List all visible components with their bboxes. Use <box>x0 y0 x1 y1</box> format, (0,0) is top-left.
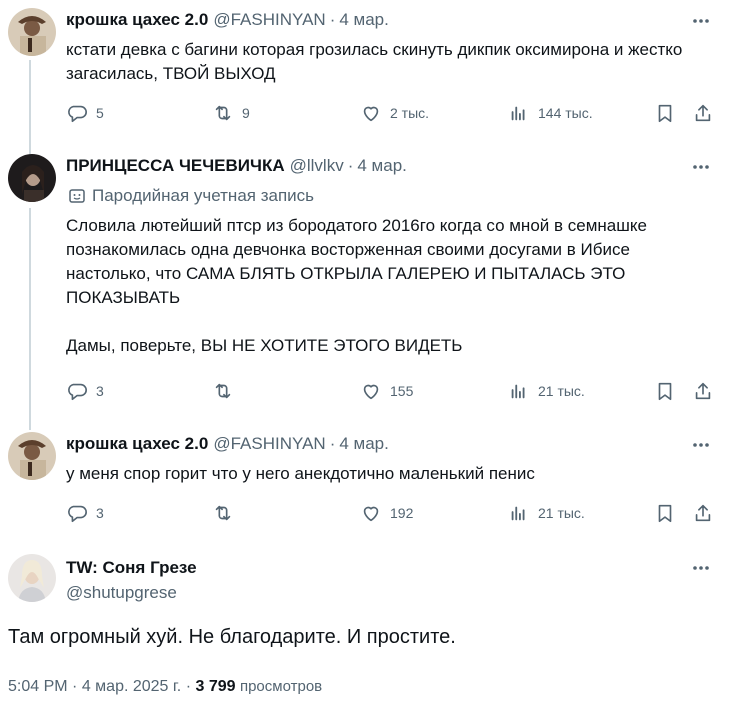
repost-count: 9 <box>242 105 250 121</box>
action-bar: 5 9 2 тыс. 144 тыс. <box>66 102 718 126</box>
views-button[interactable]: 21 тыс. <box>508 502 585 524</box>
separator-dot: · <box>347 156 354 175</box>
share-button[interactable] <box>692 380 714 402</box>
action-bar: 3 155 21 тыс. <box>66 380 718 404</box>
parody-text: Пародийная учетная запись <box>92 186 315 205</box>
like-count: 192 <box>390 505 414 521</box>
post-time[interactable]: 5:04 PM <box>8 678 68 695</box>
views-count: 144 тыс. <box>538 105 593 121</box>
repost-button[interactable] <box>212 502 242 524</box>
views-count: 21 тыс. <box>538 505 585 521</box>
main-tweet: TW: Соня Грезе @shutupgrese Там огромный… <box>0 540 738 706</box>
separator-dot: · <box>185 678 192 695</box>
post-date[interactable]: 4 мар. 2025 г. <box>82 678 181 695</box>
separator-dot: · <box>72 678 78 695</box>
share-button[interactable] <box>692 102 714 124</box>
tweet-text: у меня спор горит что у него анекдотично… <box>66 462 716 486</box>
tweet[interactable]: ПРИНЦЕССА ЧЕЧЕВИЧКА @llvlkv · 4 мар. Пар… <box>0 140 738 412</box>
reply-count: 3 <box>96 505 104 521</box>
tweet-text: кстати девка с багини которая грозилась … <box>66 38 716 86</box>
views-button[interactable]: 144 тыс. <box>508 102 593 124</box>
views-icon <box>511 384 525 399</box>
action-bar: 3 192 21 тыс. <box>66 502 718 526</box>
author-handle[interactable]: @llvlkv <box>290 156 344 176</box>
parody-label: Пародийная учетная запись <box>68 186 314 206</box>
tweet[interactable]: крошка цахес 2.0 @FASHINYAN · 4 мар. кст… <box>0 0 738 140</box>
repost-button[interactable]: 9 <box>212 102 250 124</box>
repost-icon <box>215 505 231 521</box>
views-icon <box>511 106 525 121</box>
like-icon <box>363 384 379 400</box>
views-button[interactable]: 21 тыс. <box>508 380 585 402</box>
avatar[interactable] <box>8 154 56 202</box>
share-icon <box>695 104 711 122</box>
reply-button[interactable]: 3 <box>66 380 104 402</box>
tweet-paragraph: Словила лютейший птср из бородатого 2016… <box>66 216 647 307</box>
share-button[interactable] <box>692 502 714 524</box>
repost-button[interactable] <box>212 380 242 402</box>
post-date[interactable]: 4 мар. <box>357 156 407 176</box>
more-icon[interactable] <box>690 435 712 455</box>
views-count: 21 тыс. <box>538 383 585 399</box>
author-handle[interactable]: @FASHINYAN <box>213 10 325 30</box>
reply-icon <box>68 505 87 523</box>
like-icon <box>363 106 379 122</box>
author-name[interactable]: TW: Соня Грезе <box>66 558 197 578</box>
post-date[interactable]: 4 мар. <box>339 434 389 454</box>
share-icon <box>695 504 711 522</box>
views-count: 3 799 <box>195 678 236 695</box>
repost-icon <box>215 105 231 121</box>
bookmark-button[interactable] <box>654 380 676 402</box>
tweet-text: Там огромный хуй. Не благодарите. И прос… <box>8 626 456 648</box>
author-handle[interactable]: @shutupgrese <box>66 583 177 603</box>
separator-dot: · <box>329 10 336 29</box>
bookmark-button[interactable] <box>654 502 676 524</box>
tweet-paragraph: у меня спор горит что у него анекдотично… <box>66 464 535 483</box>
reply-count: 5 <box>96 105 104 121</box>
author-name[interactable]: крошка цахес 2.0 <box>66 10 208 30</box>
tweet-paragraph: Дамы, поверьте, ВЫ НЕ ХОТИТЕ ЭТОГО ВИДЕТ… <box>66 336 463 355</box>
views-label: просмотров <box>239 678 323 695</box>
reply-icon <box>68 105 87 123</box>
like-button[interactable]: 192 <box>360 502 413 524</box>
more-icon[interactable] <box>690 558 712 578</box>
parody-icon <box>69 189 85 203</box>
tweet[interactable]: крошка цахес 2.0 @FASHINYAN · 4 мар. у м… <box>0 420 738 538</box>
tweet-paragraph: кстати девка с багини которая грозилась … <box>66 40 683 83</box>
bookmark-icon <box>658 104 672 123</box>
share-icon <box>695 382 711 400</box>
author-name[interactable]: крошка цахес 2.0 <box>66 434 208 454</box>
avatar[interactable] <box>8 432 56 480</box>
post-date[interactable]: 4 мар. <box>339 10 389 30</box>
bookmark-icon <box>658 382 672 401</box>
author-name[interactable]: ПРИНЦЕССА ЧЕЧЕВИЧКА <box>66 156 285 176</box>
like-button[interactable]: 2 тыс. <box>360 102 429 124</box>
bookmark-button[interactable] <box>654 102 676 124</box>
reply-count: 3 <box>96 383 104 399</box>
avatar[interactable] <box>8 8 56 56</box>
views-icon <box>511 506 525 521</box>
like-count: 2 тыс. <box>390 105 430 121</box>
tweet-text: Словила лютейший птср из бородатого 2016… <box>66 214 716 358</box>
author-handle[interactable]: @FASHINYAN <box>213 434 325 454</box>
tweet-meta: 5:04 PM · 4 мар. 2025 г. · 3 799 просмот… <box>8 678 322 696</box>
more-icon[interactable] <box>690 157 712 177</box>
separator-dot: · <box>329 434 336 453</box>
more-icon[interactable] <box>690 11 712 31</box>
reply-button[interactable]: 5 <box>66 102 104 124</box>
like-button[interactable]: 155 <box>360 380 413 402</box>
like-icon <box>363 506 379 522</box>
like-count: 155 <box>390 383 414 399</box>
reply-button[interactable]: 3 <box>66 502 104 524</box>
avatar[interactable] <box>8 554 56 602</box>
reply-icon <box>68 383 87 401</box>
repost-icon <box>215 383 231 399</box>
bookmark-icon <box>658 504 672 523</box>
